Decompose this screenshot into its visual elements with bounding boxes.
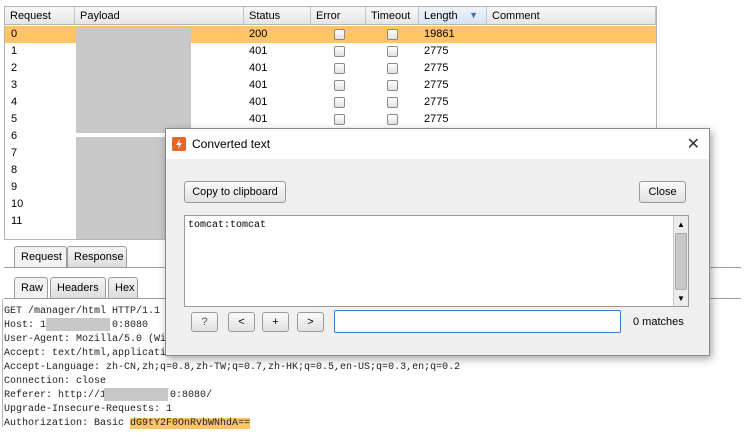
converted-text-area[interactable]: tomcat:tomcat ▲ ▼ (184, 215, 689, 307)
tab-response[interactable]: Response (67, 246, 127, 267)
request-line: GET /manager/html HTTP/1.1 (4, 306, 161, 317)
column-header-status[interactable]: Status (244, 7, 311, 25)
cell-request: 0 (11, 28, 18, 40)
cell-length: 2775 (424, 62, 449, 74)
converted-text-dialog: Converted text ✕ Copy to clipboard Close… (165, 128, 710, 356)
redacted-referer (104, 388, 168, 401)
cell-request: 4 (11, 96, 18, 108)
cell-request: 9 (11, 181, 18, 193)
redacted-payload-top (76, 27, 191, 133)
previous-match-button[interactable]: < (228, 312, 255, 332)
cell-request: 6 (11, 130, 18, 142)
column-header-timeout[interactable]: Timeout (366, 7, 419, 25)
close-button[interactable]: Close (639, 181, 686, 203)
scroll-down-icon[interactable]: ▼ (677, 294, 685, 303)
header-connection: Connection: close (4, 376, 107, 387)
error-checkbox[interactable] (334, 63, 345, 74)
error-checkbox[interactable] (334, 80, 345, 91)
timeout-checkbox[interactable] (387, 63, 398, 74)
header-host: Host: 1 (4, 320, 47, 331)
next-match-button[interactable]: > (297, 312, 324, 332)
timeout-checkbox[interactable] (387, 46, 398, 57)
help-button[interactable]: ? (191, 312, 218, 332)
cell-status: 401 (249, 96, 268, 108)
burp-logo-icon (172, 137, 186, 151)
cell-length: 2775 (424, 79, 449, 91)
dialog-title: Converted text (192, 137, 271, 151)
cell-request: 5 (11, 113, 18, 125)
redacted-payload-bottom (76, 137, 166, 239)
header-user-agent: User-Agent: Mozilla/5.0 (Wi (4, 334, 167, 345)
header-host-port: 0:8080 (112, 320, 149, 331)
add-search-option-button[interactable]: + (262, 312, 289, 332)
scroll-thumb[interactable] (675, 233, 687, 290)
cell-length: 2775 (424, 96, 449, 108)
authorization-token[interactable]: dG9tY2F0OnRvbWNhdA== (130, 418, 251, 429)
cell-request: 2 (11, 62, 18, 74)
header-upgrade-insecure: Upgrade-Insecure-Requests: 1 (4, 404, 173, 415)
column-header-request[interactable]: Request (5, 7, 75, 25)
match-count: 0 matches (633, 316, 684, 328)
error-checkbox[interactable] (334, 114, 345, 125)
header-authorization: Authorization: Basic dG9tY2F0OnRvbWNhdA=… (4, 418, 251, 429)
cell-request: 1 (11, 45, 18, 57)
copy-to-clipboard-button[interactable]: Copy to clipboard (184, 181, 286, 203)
cell-status: 401 (249, 45, 268, 57)
cell-length: 2775 (424, 113, 449, 125)
tab-hex[interactable]: Hex (108, 277, 138, 298)
cell-status: 401 (249, 79, 268, 91)
cell-length: 2775 (424, 45, 449, 57)
cell-request: 10 (11, 198, 24, 210)
header-accept: Accept: text/html,applicati (4, 348, 167, 359)
column-header-error[interactable]: Error (311, 7, 366, 25)
error-checkbox[interactable] (334, 29, 345, 40)
sort-descending-icon: ▼ (469, 10, 478, 20)
tab-raw[interactable]: Raw (14, 277, 48, 298)
error-checkbox[interactable] (334, 46, 345, 57)
timeout-checkbox[interactable] (387, 80, 398, 91)
cell-status: 401 (249, 62, 268, 74)
cell-request: 8 (11, 164, 18, 176)
dialog-titlebar[interactable]: Converted text ✕ (166, 129, 709, 159)
timeout-checkbox[interactable] (387, 29, 398, 40)
column-header-length[interactable]: Length ▼ (419, 7, 487, 25)
timeout-checkbox[interactable] (387, 97, 398, 108)
editor-border (2, 299, 3, 427)
cell-length: 19861 (424, 28, 455, 40)
tab-request[interactable]: Request (14, 246, 67, 267)
scroll-up-icon[interactable]: ▲ (677, 220, 685, 229)
column-header-payload[interactable]: Payload (75, 7, 244, 25)
vertical-scrollbar[interactable]: ▲ ▼ (673, 216, 688, 306)
header-referer-port: 0:8080/ (170, 390, 213, 401)
cell-status: 200 (249, 28, 268, 40)
converted-text-content: tomcat:tomcat (188, 220, 267, 231)
cell-request: 11 (11, 215, 23, 227)
cell-status: 401 (249, 113, 268, 125)
header-accept-language: Accept-Language: zh-CN,zh;q=0.8,zh-TW;q=… (4, 362, 461, 373)
redacted-host (46, 318, 110, 331)
cell-request: 7 (11, 147, 18, 159)
column-header-comment[interactable]: Comment (487, 7, 656, 25)
timeout-checkbox[interactable] (387, 114, 398, 125)
error-checkbox[interactable] (334, 97, 345, 108)
close-icon[interactable]: ✕ (687, 134, 700, 154)
header-referer: Referer: http://1 (4, 390, 107, 401)
search-input[interactable] (334, 310, 621, 333)
cell-request: 3 (11, 79, 18, 91)
tab-headers[interactable]: Headers (50, 277, 106, 298)
